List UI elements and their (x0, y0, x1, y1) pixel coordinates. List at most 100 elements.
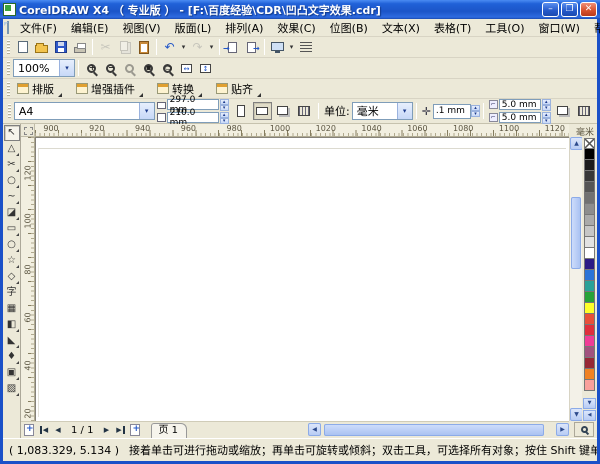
close-button[interactable]: ✕ (580, 2, 597, 17)
spin-down-icon[interactable]: ▾ (220, 118, 229, 124)
palette-color-8[interactable] (584, 226, 595, 237)
plugin-convert-button[interactable]: 转换 (153, 80, 206, 98)
save-button[interactable] (51, 38, 70, 56)
basic-shapes-tool[interactable]: ◇ (4, 269, 20, 285)
palette-color-15[interactable] (584, 303, 595, 314)
freehand-tool[interactable]: ~ (4, 189, 20, 205)
outline-tool[interactable]: ♦ (4, 349, 20, 365)
palette-color-14[interactable] (584, 292, 595, 303)
menu-item-arrange[interactable]: 排列(A) (218, 18, 270, 38)
spin-down-icon[interactable]: ▾ (471, 111, 480, 117)
palette-scroll-down-button[interactable]: ▼ (583, 398, 596, 409)
palette-color-18[interactable] (584, 336, 595, 347)
add-page-button[interactable] (24, 424, 34, 436)
menu-item-view[interactable]: 视图(V) (115, 18, 167, 38)
nudge-spinner[interactable]: ▴▾ (471, 105, 480, 117)
zoom-page-width-button[interactable]: ↔ (177, 59, 196, 77)
options-button[interactable] (296, 38, 315, 56)
minimize-button[interactable]: – (542, 2, 559, 17)
paper-height-spinner[interactable]: ▴▾ (220, 112, 229, 124)
first-page-button[interactable]: ◀ (37, 423, 51, 437)
paper-type-combo[interactable]: A4 ▾ (14, 102, 155, 120)
palette-color-16[interactable] (584, 314, 595, 325)
palette-color-19[interactable] (584, 347, 595, 358)
toolbar-grip[interactable] (7, 40, 10, 54)
menu-item-bitmaps[interactable]: 位图(B) (323, 18, 375, 38)
treat-as-filled-button[interactable] (575, 102, 594, 120)
palette-color-6[interactable] (584, 204, 595, 215)
current-page-button[interactable] (295, 102, 314, 120)
combo-arrow-icon[interactable]: ▾ (59, 60, 74, 76)
print-button[interactable] (70, 38, 89, 56)
text-tool[interactable]: 字 (4, 285, 20, 301)
portrait-button[interactable] (232, 102, 251, 120)
scroll-left-button[interactable]: ◀ (308, 423, 321, 436)
palette-expand-button[interactable]: ◀ (583, 410, 596, 421)
landscape-button[interactable] (253, 102, 272, 120)
interactive-fill-tool[interactable]: ▨ (4, 381, 20, 397)
palette-color-11[interactable] (584, 259, 595, 270)
app-launcher-button[interactable] (268, 38, 287, 56)
paper-width-spinner[interactable]: ▴▾ (220, 99, 229, 111)
restore-button[interactable]: ❐ (561, 2, 578, 17)
pick-tool[interactable]: ↖ (4, 125, 20, 141)
zoom-page-button[interactable]: ▭ (158, 59, 177, 77)
paste-button[interactable] (134, 38, 153, 56)
import-button[interactable] (223, 38, 242, 56)
plugin-snap-button[interactable]: 贴齐 (212, 80, 265, 98)
eyedropper-tool[interactable]: ◣ (4, 333, 20, 349)
nudge-offset-field[interactable]: .1 mm (433, 104, 471, 119)
palette-color-21[interactable] (584, 369, 595, 380)
units-combo[interactable]: 毫米 ▾ (352, 102, 413, 120)
palette-color-7[interactable] (584, 215, 595, 226)
palette-color-5[interactable] (584, 193, 595, 204)
palette-color-1[interactable] (584, 149, 595, 160)
undo-dropdown[interactable]: ▾ (179, 38, 188, 56)
palette-color-9[interactable] (584, 237, 595, 248)
smart-fill-tool[interactable]: ◪ (4, 205, 20, 221)
ellipse-tool[interactable]: ○ (4, 237, 20, 253)
paper-height-field[interactable]: 210.0 mm (167, 112, 219, 123)
toolbar-grip[interactable] (8, 104, 11, 118)
combo-arrow-icon[interactable]: ▾ (139, 103, 154, 119)
vertical-scroll-thumb[interactable] (571, 197, 581, 269)
palette-color-3[interactable] (584, 171, 595, 182)
shape-tool[interactable]: △ (4, 141, 20, 157)
menu-item-window[interactable]: 窗口(W) (532, 18, 587, 38)
palette-color-20[interactable] (584, 358, 595, 369)
app-launcher-dropdown[interactable]: ▾ (287, 38, 296, 56)
palette-color-13[interactable] (584, 281, 595, 292)
spin-down-icon[interactable]: ▾ (542, 118, 551, 124)
previous-page-button[interactable]: ◀ (51, 423, 65, 437)
polygon-tool[interactable]: ☆ (4, 253, 20, 269)
menu-item-file[interactable]: 文件(F) (13, 18, 64, 38)
crop-tool[interactable]: ✂ (4, 157, 20, 173)
zoom-page-height-button[interactable]: ↕ (196, 59, 215, 77)
vertical-scrollbar[interactable]: ▲ ▼ (569, 137, 582, 421)
zoom-all-objects-button[interactable]: ▪ (139, 59, 158, 77)
spin-down-icon[interactable]: ▾ (542, 105, 551, 111)
duplicate-y-field[interactable]: 5.0 mm (499, 112, 541, 123)
menu-item-layout[interactable]: 版面(L) (168, 18, 219, 38)
duplicate-y-spinner[interactable]: ▴▾ (542, 112, 551, 124)
blend-tool[interactable]: ◧ (4, 317, 20, 333)
next-page-button[interactable]: ▶ (99, 423, 113, 437)
combo-arrow-icon[interactable]: ▾ (397, 103, 412, 119)
table-tool[interactable]: ▦ (4, 301, 20, 317)
menu-item-effects[interactable]: 效果(C) (270, 18, 322, 38)
palette-color-17[interactable] (584, 325, 595, 336)
palette-color-12[interactable] (584, 270, 595, 281)
palette-no-color[interactable] (584, 138, 595, 149)
toolbar-grip[interactable] (7, 82, 10, 96)
ruler-origin-button[interactable] (21, 124, 35, 137)
rectangle-tool[interactable]: ▭ (4, 221, 20, 237)
page-tab[interactable]: 页 1 (151, 423, 187, 438)
export-button[interactable] (242, 38, 261, 56)
plugin-enhanced-plugins-button[interactable]: 增强插件 (72, 80, 147, 98)
drawing-canvas[interactable] (35, 137, 569, 421)
horizontal-ruler[interactable]: 9009209409609801000102010401060108011001… (35, 124, 569, 137)
add-page-button-2[interactable] (130, 424, 140, 436)
duplicate-x-spinner[interactable]: ▴▾ (542, 99, 551, 111)
undo-button[interactable]: ↶ (160, 38, 179, 56)
palette-color-2[interactable] (584, 160, 595, 171)
